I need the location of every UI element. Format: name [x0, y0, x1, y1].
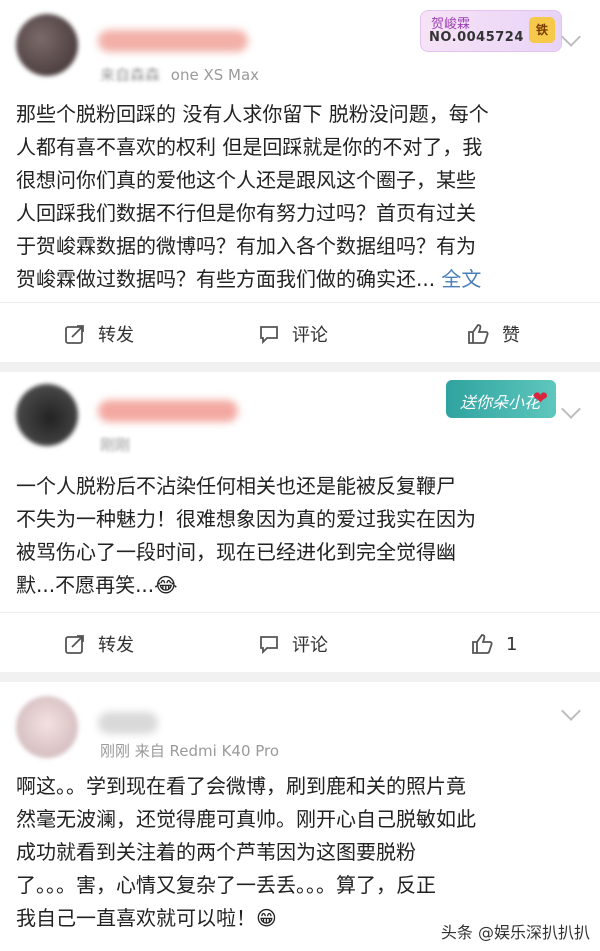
repost-button[interactable]: 转发	[64, 616, 134, 672]
thumbs-up-icon	[468, 324, 489, 344]
heart-icon: ❤	[532, 388, 548, 409]
avatar[interactable]	[16, 14, 78, 76]
repost-button[interactable]: 转发	[64, 306, 134, 362]
comment-body: 那些个脱粉回踩的 没有人求你留下 脱粉没问题，每个 人都有喜不喜欢的权利 但是回…	[16, 102, 489, 291]
comment-button[interactable]: 评论	[258, 306, 328, 362]
comment-text: 那些个脱粉回踩的 没有人求你留下 脱粉没问题，每个 人都有喜不喜欢的权利 但是回…	[16, 98, 584, 296]
comment-card-3: 刚刚 来自 Redmi K40 Pro 啊这。。学到现在看了会微博，刷到鹿和关的…	[0, 682, 600, 951]
chevron-down-icon[interactable]	[561, 701, 581, 721]
username-blurred[interactable]	[98, 30, 248, 52]
badge-number: NO.0045724	[429, 30, 524, 45]
comment-body: 一个人脱粉后不沾染任何相关也还是能被反复鞭尸 不失为一种魅力！很难想象因为真的爱…	[16, 474, 476, 597]
flower-badge-text: 送你朵小花	[460, 393, 541, 412]
comment-text: 啊这。。学到现在看了会微博，刷到鹿和关的照片竟 然毫无波澜，还觉得鹿可真帅。刚开…	[16, 770, 584, 935]
post-meta: 来自森森 one XS Max	[100, 64, 259, 85]
post-meta: 刚刚 来自 Redmi K40 Pro	[100, 740, 279, 761]
post-meta: 刚刚	[100, 434, 130, 455]
read-more-link[interactable]: 全文	[435, 267, 481, 291]
comment-label: 评论	[292, 635, 328, 656]
avatar[interactable]	[16, 696, 78, 758]
repost-icon	[65, 635, 84, 654]
like-label: 赞	[502, 325, 520, 346]
chevron-down-icon[interactable]	[561, 399, 581, 419]
time-label: 刚刚	[100, 436, 131, 454]
repost-icon	[65, 325, 84, 344]
device-label: one XS Max	[170, 66, 260, 84]
action-bar: 转发 评论 1	[0, 616, 600, 672]
repost-label: 转发	[98, 635, 134, 656]
source-label: 来自森森	[100, 66, 161, 84]
watermark: 头条 @娱乐深扒扒扒	[440, 923, 590, 942]
comment-button[interactable]: 评论	[258, 616, 328, 672]
source-label: 刚刚 来自 Redmi K40 Pro	[100, 742, 280, 760]
comment-label: 评论	[292, 325, 328, 346]
comment-card-1: 来自森森 one XS Max 贺峻霖 NO.0045724 铁 那些个脱粉回踩…	[0, 0, 600, 362]
chevron-down-icon[interactable]	[561, 27, 581, 47]
like-count: 1	[506, 633, 518, 655]
fan-badge[interactable]: 贺峻霖 NO.0045724 铁	[420, 10, 562, 52]
like-button[interactable]: 1	[470, 616, 517, 672]
comment-icon	[260, 326, 278, 345]
divider	[0, 612, 600, 613]
avatar[interactable]	[16, 384, 78, 446]
comment-text: 一个人脱粉后不沾染任何相关也还是能被反复鞭尸 不失为一种魅力！很难想象因为真的爱…	[16, 470, 584, 602]
like-button[interactable]: 赞	[466, 306, 520, 362]
comment-body: 啊这。。学到现在看了会微博，刷到鹿和关的照片竟 然毫无波澜，还觉得鹿可真帅。刚开…	[16, 774, 476, 930]
flower-badge[interactable]: 送你朵小花 ❤	[446, 380, 556, 418]
username-blurred[interactable]	[98, 712, 158, 734]
grin-emoji: 😁	[256, 906, 277, 930]
username-blurred[interactable]	[98, 400, 238, 422]
crown-icon: 铁	[529, 17, 555, 43]
laugh-emoji: 😂	[154, 573, 178, 597]
thumbs-up-icon	[472, 634, 493, 654]
divider	[0, 302, 600, 303]
repost-label: 转发	[98, 325, 134, 346]
comment-icon	[260, 636, 278, 655]
action-bar: 转发 评论 赞	[0, 306, 600, 362]
